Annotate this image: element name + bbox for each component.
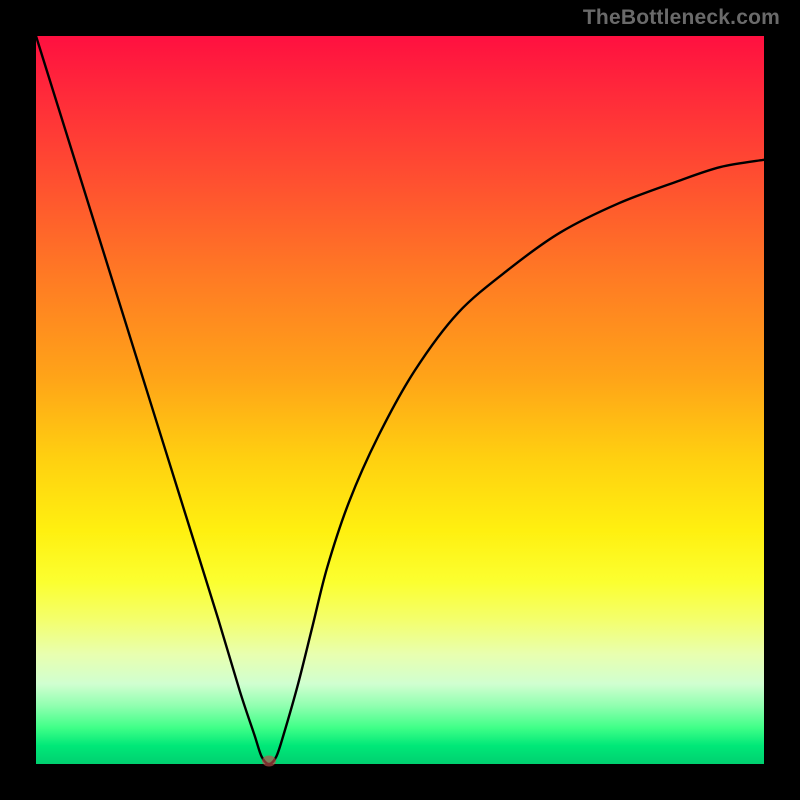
watermark-text: TheBottleneck.com [583,6,780,30]
bottleneck-curve [36,36,764,764]
chart-frame: TheBottleneck.com [0,0,800,800]
plot-area [36,36,764,764]
curve-path [36,36,764,764]
minimum-marker [262,756,276,767]
